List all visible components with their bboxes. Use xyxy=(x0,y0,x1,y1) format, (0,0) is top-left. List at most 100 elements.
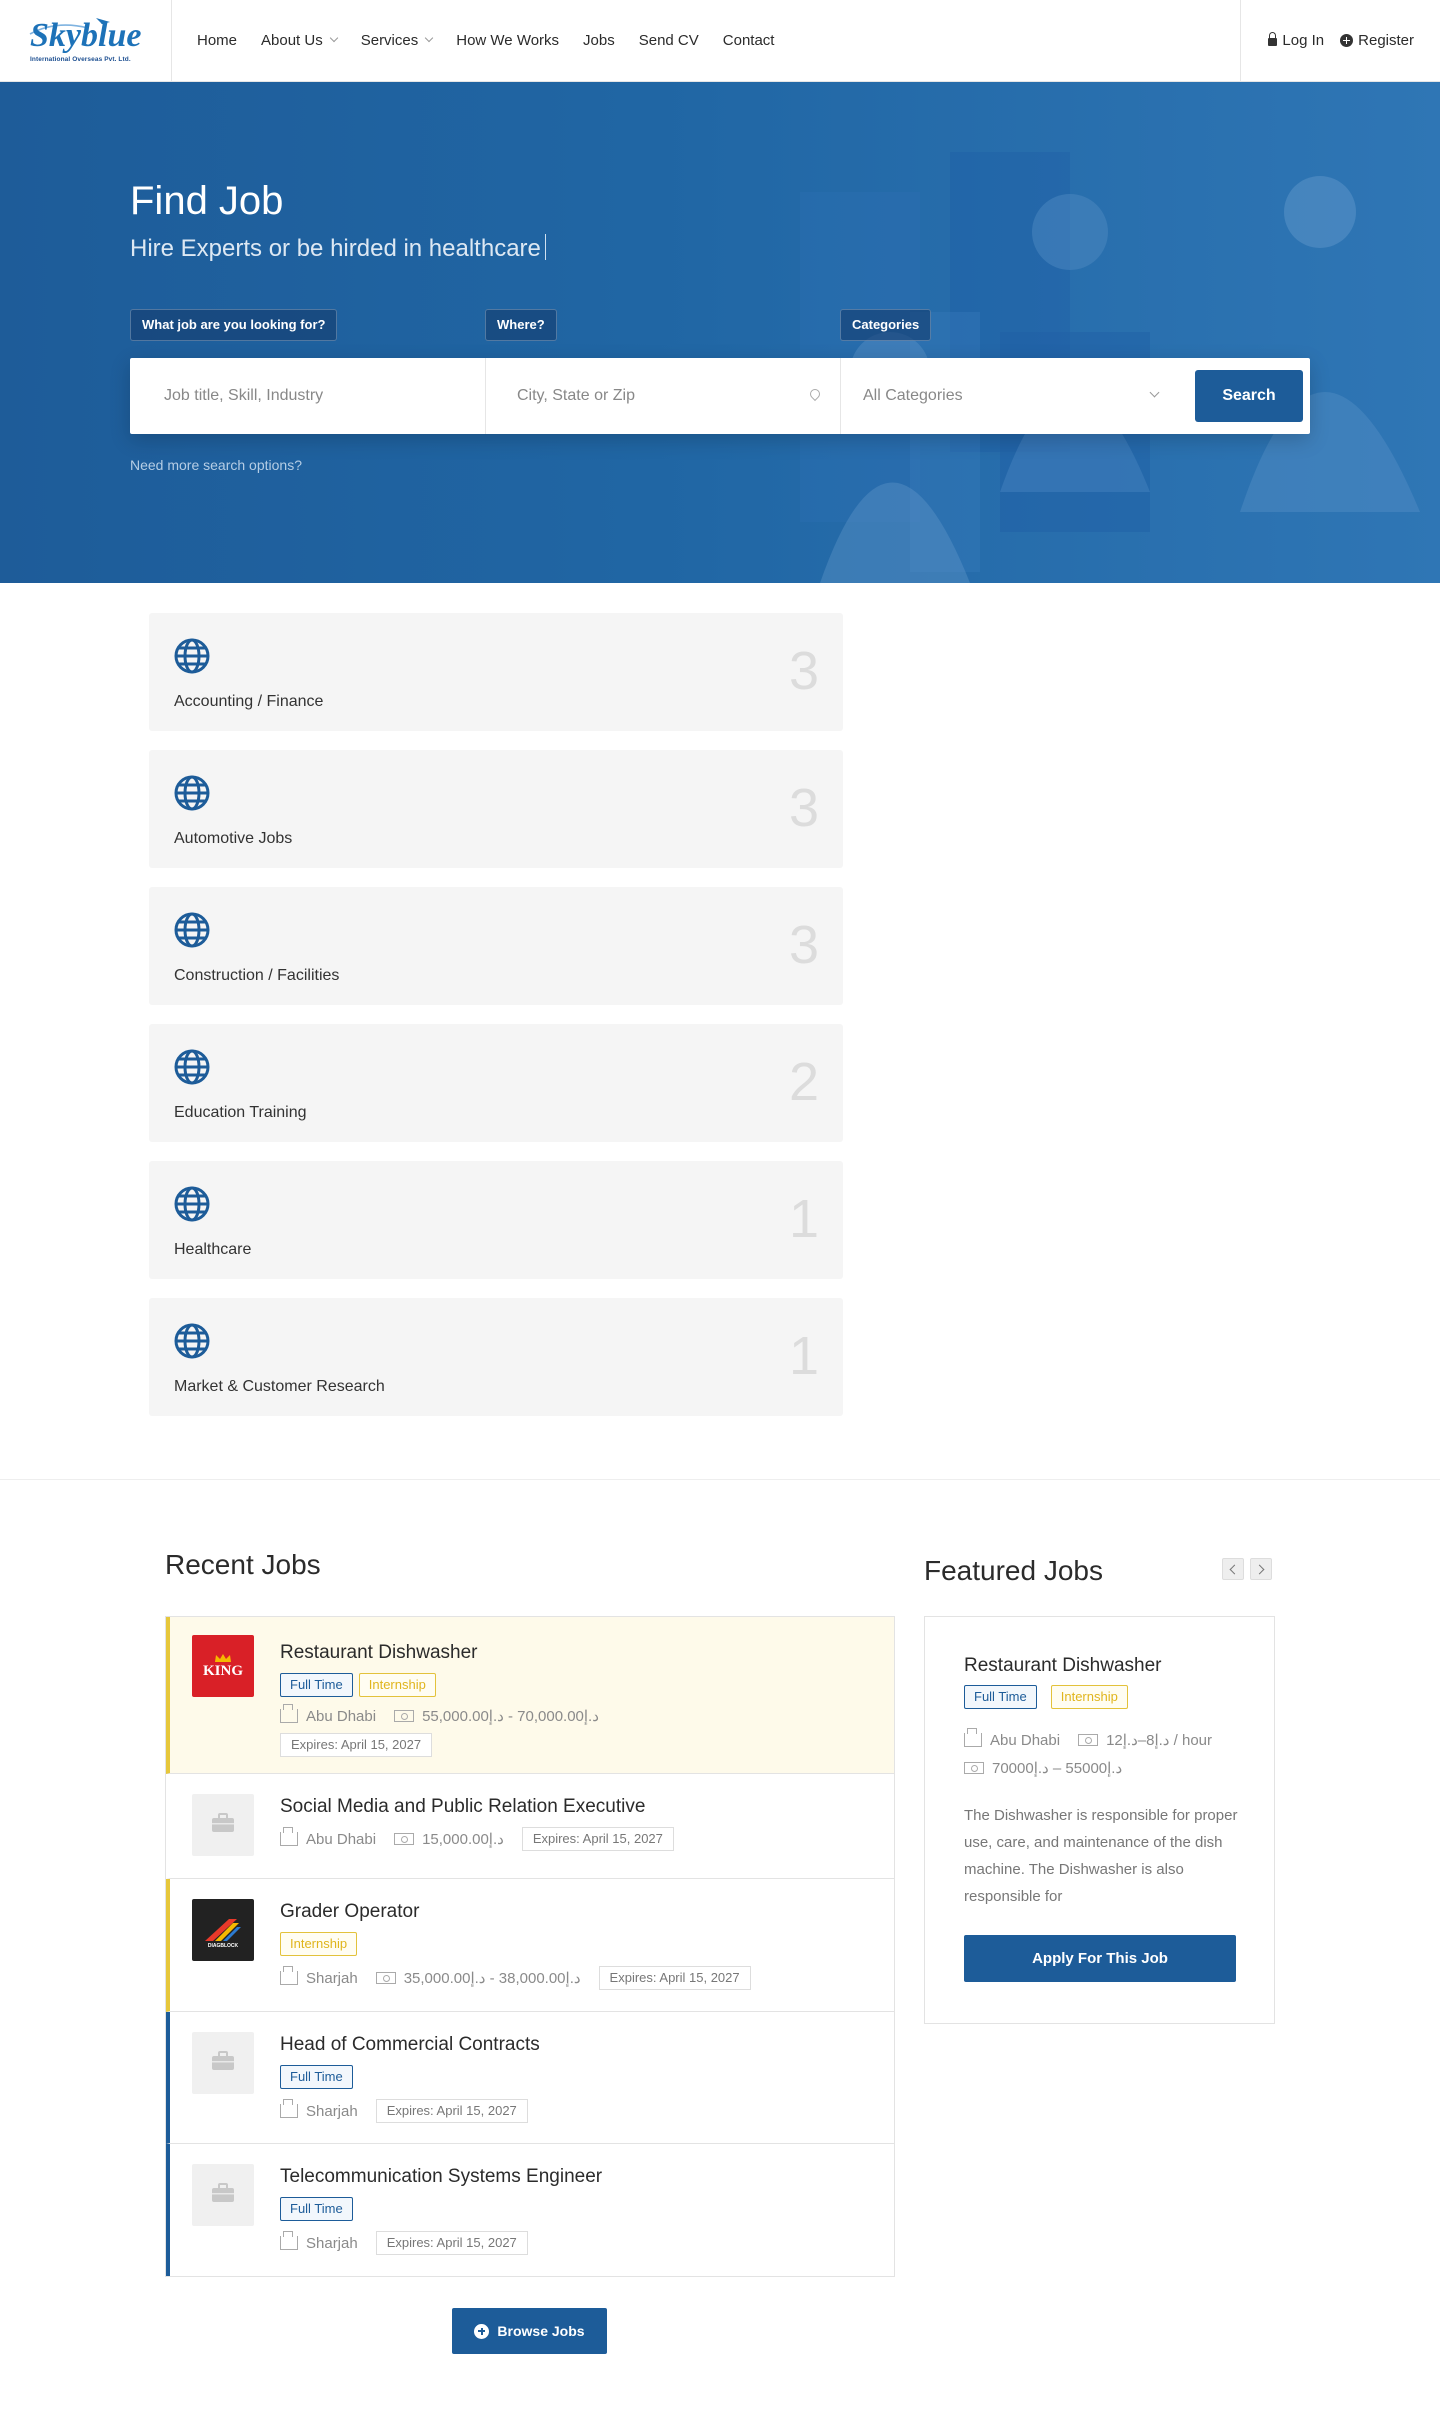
job-location: Sharjah xyxy=(306,2234,358,2252)
nav-label: Jobs xyxy=(583,31,615,49)
nav-item-home[interactable]: Home xyxy=(197,32,237,49)
nav-item-send-cv[interactable]: Send CV xyxy=(639,32,699,49)
login-label: Log In xyxy=(1282,31,1325,49)
job-title[interactable]: Head of Commercial Contracts xyxy=(280,2034,540,2056)
nav-item-about-us[interactable]: About Us xyxy=(261,32,338,49)
category-count: 2 xyxy=(788,1052,819,1112)
register-label: Register xyxy=(1358,31,1414,49)
carousel-prev-button[interactable] xyxy=(1222,1558,1244,1580)
job-row[interactable]: Head of Commercial Contracts Full Time Sha… xyxy=(166,2012,894,2144)
job-title[interactable]: Grader Operator xyxy=(280,1901,419,1923)
keyword-input[interactable]: Job title, Skill, Industry xyxy=(164,358,464,434)
category-count: 1 xyxy=(788,1189,819,1249)
location-meta: Sharjah xyxy=(280,1966,358,1987)
more-search-options-link[interactable]: Need more search options? xyxy=(130,457,302,473)
what-label: What job are you looking for? xyxy=(130,309,338,341)
category-card[interactable]: Education Training 2 xyxy=(149,1024,843,1142)
location-meta: Sharjah xyxy=(280,2099,358,2120)
site-logo[interactable]: Skyblue International Overseas Pvt. Ltd. xyxy=(26,14,144,70)
category-name: Education Training xyxy=(174,1104,307,1121)
search-button[interactable]: Search xyxy=(1195,370,1303,422)
location-meta: Abu Dhabi xyxy=(964,1728,1061,1749)
header-divider xyxy=(1240,0,1241,82)
category-select[interactable]: All Categories xyxy=(841,358,1181,434)
category-count: 1 xyxy=(788,1326,819,1386)
featured-job-card[interactable]: Restaurant Dishwasher Full Time Internshi… xyxy=(924,1616,1275,2024)
featured-job-tags: Full Time Internship xyxy=(964,1685,1142,1709)
typing-caret xyxy=(544,234,546,260)
nav-label: How We Works xyxy=(456,31,560,49)
browse-jobs-label: Browse Jobs xyxy=(497,2323,585,2339)
briefcase-icon xyxy=(212,1813,234,1832)
money-icon xyxy=(394,1833,415,1845)
company-logo: KING xyxy=(192,1635,254,1697)
crown-icon xyxy=(215,1653,231,1662)
job-type-tag: Full Time xyxy=(280,2065,353,2089)
job-location: Abu Dhabi xyxy=(306,1830,377,1848)
job-title[interactable]: Social Media and Public Relation Executi… xyxy=(280,1796,645,1818)
search-form: Job title, Skill, Industry City, State o… xyxy=(130,358,1310,434)
category-card[interactable]: Healthcare 1 xyxy=(149,1161,843,1279)
featured-job-location: Abu Dhabi xyxy=(990,1731,1061,1749)
job-row[interactable]: Telecommunication Systems Engineer Full T… xyxy=(166,2144,894,2276)
money-icon xyxy=(964,1762,984,1774)
briefcase-icon xyxy=(212,2051,234,2070)
job-info-row: Full Time xyxy=(280,2065,359,2089)
hero-banner: Find Job Hire Experts or be hirded in he… xyxy=(0,82,1440,583)
apply-button[interactable]: Apply For This Job xyxy=(964,1935,1236,1982)
auth-links: Log In Register xyxy=(1252,0,1414,80)
browse-jobs-button[interactable]: Browse Jobs xyxy=(452,2308,607,2354)
logo-text: Skyblue xyxy=(30,17,142,54)
chevron-down-icon xyxy=(1149,387,1160,398)
nav-item-contact[interactable]: Contact xyxy=(723,32,775,49)
location-input[interactable]: City, State or Zip xyxy=(486,358,840,434)
category-card[interactable]: Construction / Facilities 3 xyxy=(149,887,843,1005)
chevron-down-icon xyxy=(329,33,338,43)
globe-icon xyxy=(174,1186,210,1222)
category-count: 3 xyxy=(788,641,819,701)
location-meta: Abu Dhabi xyxy=(280,1704,376,1725)
hero-subtitle: Hire Experts or be hirded in healthcare xyxy=(130,234,546,263)
job-type-tag: Internship xyxy=(358,1673,436,1697)
globe-icon xyxy=(174,912,210,948)
salary-meta: د.إ55000 – د.إ70000 xyxy=(964,1759,1122,1777)
job-salary: د.إ38,000.00 - د.إ35,000.00 xyxy=(403,1970,581,1987)
building-icon xyxy=(280,1966,298,1985)
job-salary: د.إ15,000.00 xyxy=(422,1831,504,1848)
register-link[interactable]: Register xyxy=(1340,32,1414,49)
nav-item-how-we-works[interactable]: How We Works xyxy=(456,32,559,49)
job-type-tag: Full Time xyxy=(280,2197,353,2221)
job-info-row: Abu Dhabi د.إ70,000.00 - د.إ55,000.00 xyxy=(280,1704,617,1725)
building-icon xyxy=(280,2099,298,2118)
nav-item-services[interactable]: Services xyxy=(361,32,434,49)
job-title[interactable]: Restaurant Dishwasher xyxy=(280,1642,477,1664)
job-info-row: Full Time xyxy=(280,2197,359,2221)
category-card[interactable]: Automotive Jobs 3 xyxy=(149,750,843,868)
category-name: Automotive Jobs xyxy=(174,830,293,847)
plus-circle-icon xyxy=(1340,33,1354,47)
featured-job-meta: Abu Dhabi د.إ8–د.إ12 / hour xyxy=(964,1728,1230,1749)
category-card[interactable]: Accounting / Finance 3 xyxy=(149,613,843,731)
featured-job-description: The Dishwasher is responsible for proper… xyxy=(964,1807,1238,1905)
featured-job-salary-row: د.إ55000 – د.إ70000 xyxy=(964,1759,1140,1777)
category-count: 3 xyxy=(788,915,819,975)
nav-item-jobs[interactable]: Jobs xyxy=(583,32,615,49)
expiry-badge: Expires: April 15, 2027 xyxy=(598,1966,751,1990)
job-title[interactable]: Telecommunication Systems Engineer xyxy=(280,2166,602,2188)
job-info-row: Abu Dhabi د.إ15,000.00 Expires: April 15, … xyxy=(280,1827,674,1851)
category-card[interactable]: Market & Customer Research 1 xyxy=(149,1298,843,1416)
expiry-badge: Expires: April 15, 2027 xyxy=(521,1827,674,1851)
location-meta: Sharjah xyxy=(280,2231,358,2252)
job-type-tag: Full Time xyxy=(964,1685,1037,1709)
salary-meta: د.إ15,000.00 xyxy=(394,1830,504,1848)
category-name: Construction / Facilities xyxy=(174,967,340,984)
category-count: 3 xyxy=(788,778,819,838)
job-row[interactable]: Social Media and Public Relation Executi… xyxy=(166,1774,894,1879)
job-info-row: Expires: April 15, 2027 xyxy=(280,1733,433,1757)
company-logo-placeholder xyxy=(192,1794,254,1856)
job-row[interactable]: DIAGBLOCK Grader Operator Internship Sharja… xyxy=(166,1879,894,2012)
map-pin-icon xyxy=(807,386,823,402)
carousel-next-button[interactable] xyxy=(1250,1558,1272,1580)
job-row[interactable]: KING Restaurant Dishwasher Full Time Intern… xyxy=(166,1617,894,1774)
login-link[interactable]: Log In xyxy=(1268,32,1324,49)
